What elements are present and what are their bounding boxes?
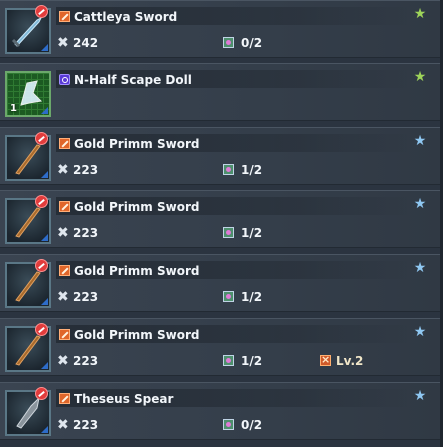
augment-level: Lv.2: [336, 354, 364, 368]
prohibited-icon: [35, 5, 48, 18]
slot-count: 1/2: [241, 163, 263, 177]
slot-count: 0/2: [241, 36, 263, 50]
slot-count: 1/2: [241, 226, 263, 240]
item-name: Gold Primm Sword: [74, 200, 200, 214]
rarity-corner: [41, 362, 48, 369]
slot-count: 1/2: [241, 290, 263, 304]
list-item[interactable]: Cattleya Sword ✖ 242 0/2 ★: [0, 0, 440, 58]
item-name: Theseus Spear: [74, 392, 174, 406]
favorite-star-icon[interactable]: ★: [413, 389, 427, 403]
list-item[interactable]: Gold Primm Sword ✖ 223 1/2 Lv.2 ★: [0, 318, 440, 376]
item-name: Cattleya Sword: [74, 10, 178, 24]
item-name: Gold Primm Sword: [74, 137, 200, 151]
weapon-type-icon: [59, 265, 70, 276]
weapon-type-icon: [59, 393, 70, 404]
list-item[interactable]: Gold Primm Sword ✖ 223 1/2 ★: [0, 190, 440, 248]
prohibited-icon: [35, 323, 48, 336]
item-list: Cattleya Sword ✖ 242 0/2 ★ 1 N-Half Scap…: [0, 0, 443, 447]
doll-type-icon: [59, 74, 70, 85]
rarity-corner: [41, 298, 48, 305]
item-name: Gold Primm Sword: [74, 264, 200, 278]
attack-value: 223: [73, 290, 99, 304]
slot-icon: [223, 419, 234, 430]
weapon-type-icon: [59, 329, 70, 340]
item-thumbnail: 1: [5, 71, 51, 117]
slot-icon: [223, 37, 234, 48]
favorite-star-icon[interactable]: ★: [413, 134, 427, 148]
prohibited-icon: [35, 387, 48, 400]
rarity-corner: [41, 171, 48, 178]
item-name: N-Half Scape Doll: [74, 73, 192, 87]
slot-icon: [223, 227, 234, 238]
slot-count: 0/2: [241, 418, 263, 432]
slot-icon: [223, 164, 234, 175]
quantity: 1: [10, 103, 17, 114]
prohibited-icon: [35, 132, 48, 145]
prohibited-icon: [35, 259, 48, 272]
attack-value: 223: [73, 354, 99, 368]
rarity-corner: [41, 44, 48, 51]
favorite-star-icon[interactable]: ★: [413, 70, 427, 84]
list-item[interactable]: Gold Primm Sword ✖ 223 1/2 ★: [0, 127, 440, 185]
weapon-type-icon: [59, 138, 70, 149]
slot-icon: [223, 355, 234, 366]
crossed-swords-icon: ✖: [57, 289, 69, 305]
crossed-swords-icon: ✖: [57, 162, 69, 178]
item-name: Gold Primm Sword: [74, 328, 200, 342]
rarity-corner: [41, 234, 48, 241]
favorite-star-icon[interactable]: ★: [413, 7, 427, 21]
list-item[interactable]: Theseus Spear ✖ 223 0/2 ★: [0, 382, 440, 440]
list-item[interactable]: 1 N-Half Scape Doll ★: [0, 63, 440, 121]
attack-value: 242: [73, 36, 99, 50]
attack-value: 223: [73, 163, 99, 177]
favorite-star-icon[interactable]: ★: [413, 261, 427, 275]
favorite-star-icon[interactable]: ★: [413, 197, 427, 211]
augment-icon: [320, 353, 331, 366]
slot-icon: [223, 291, 234, 302]
weapon-type-icon: [59, 201, 70, 212]
rarity-corner: [41, 426, 48, 433]
crossed-swords-icon: ✖: [57, 353, 69, 369]
crossed-swords-icon: ✖: [57, 35, 69, 51]
crossed-swords-icon: ✖: [57, 417, 69, 433]
slot-count: 1/2: [241, 354, 263, 368]
attack-value: 223: [73, 226, 99, 240]
prohibited-icon: [35, 195, 48, 208]
list-item[interactable]: Gold Primm Sword ✖ 223 1/2 ★: [0, 254, 440, 312]
favorite-star-icon[interactable]: ★: [413, 325, 427, 339]
attack-value: 223: [73, 418, 99, 432]
weapon-type-icon: [59, 11, 70, 22]
rarity-corner: [41, 107, 48, 114]
crossed-swords-icon: ✖: [57, 225, 69, 241]
